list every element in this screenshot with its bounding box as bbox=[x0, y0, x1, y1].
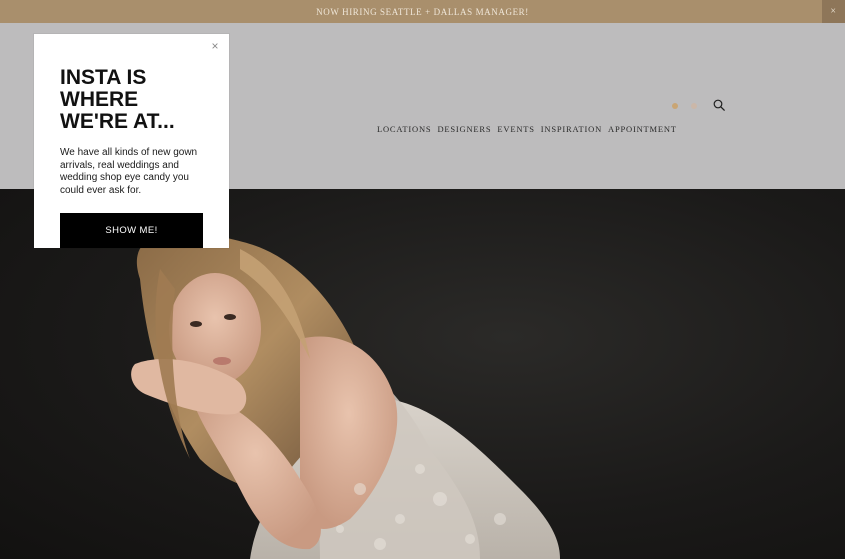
social-dot-icon[interactable] bbox=[672, 103, 678, 109]
announcement-close-button[interactable]: × bbox=[822, 0, 845, 23]
nav-item-appointment[interactable]: APPOINTMENT bbox=[608, 124, 677, 134]
popup-text: We have all kinds of new gown arrivals, … bbox=[60, 147, 198, 196]
announcement-bar: NOW HIRING SEATTLE + DALLAS MANAGER! × bbox=[0, 0, 845, 23]
popup-close-button[interactable]: × bbox=[209, 40, 221, 52]
announcement-text[interactable]: NOW HIRING SEATTLE + DALLAS MANAGER! bbox=[316, 7, 529, 17]
popup-title: INSTA IS WHERE WE'RE AT... bbox=[60, 66, 175, 133]
page: NOW HIRING SEATTLE + DALLAS MANAGER! × L… bbox=[0, 0, 845, 559]
close-icon: × bbox=[211, 39, 219, 53]
close-icon: × bbox=[830, 6, 837, 17]
social-dot-icon[interactable] bbox=[691, 103, 697, 109]
instagram-popup: × INSTA IS WHERE WE'RE AT... We have all… bbox=[34, 34, 229, 248]
search-icon[interactable] bbox=[713, 99, 725, 111]
nav-item-locations[interactable]: LOCATIONS bbox=[377, 124, 431, 134]
nav-item-inspiration[interactable]: INSPIRATION bbox=[541, 124, 602, 134]
show-me-button[interactable]: SHOW ME! bbox=[60, 213, 203, 248]
nav-item-designers[interactable]: DESIGNERS bbox=[437, 124, 491, 134]
nav-item-events[interactable]: EVENTS bbox=[497, 124, 534, 134]
main-nav: LOCATIONS DESIGNERS EVENTS INSPIRATION A… bbox=[377, 124, 677, 134]
